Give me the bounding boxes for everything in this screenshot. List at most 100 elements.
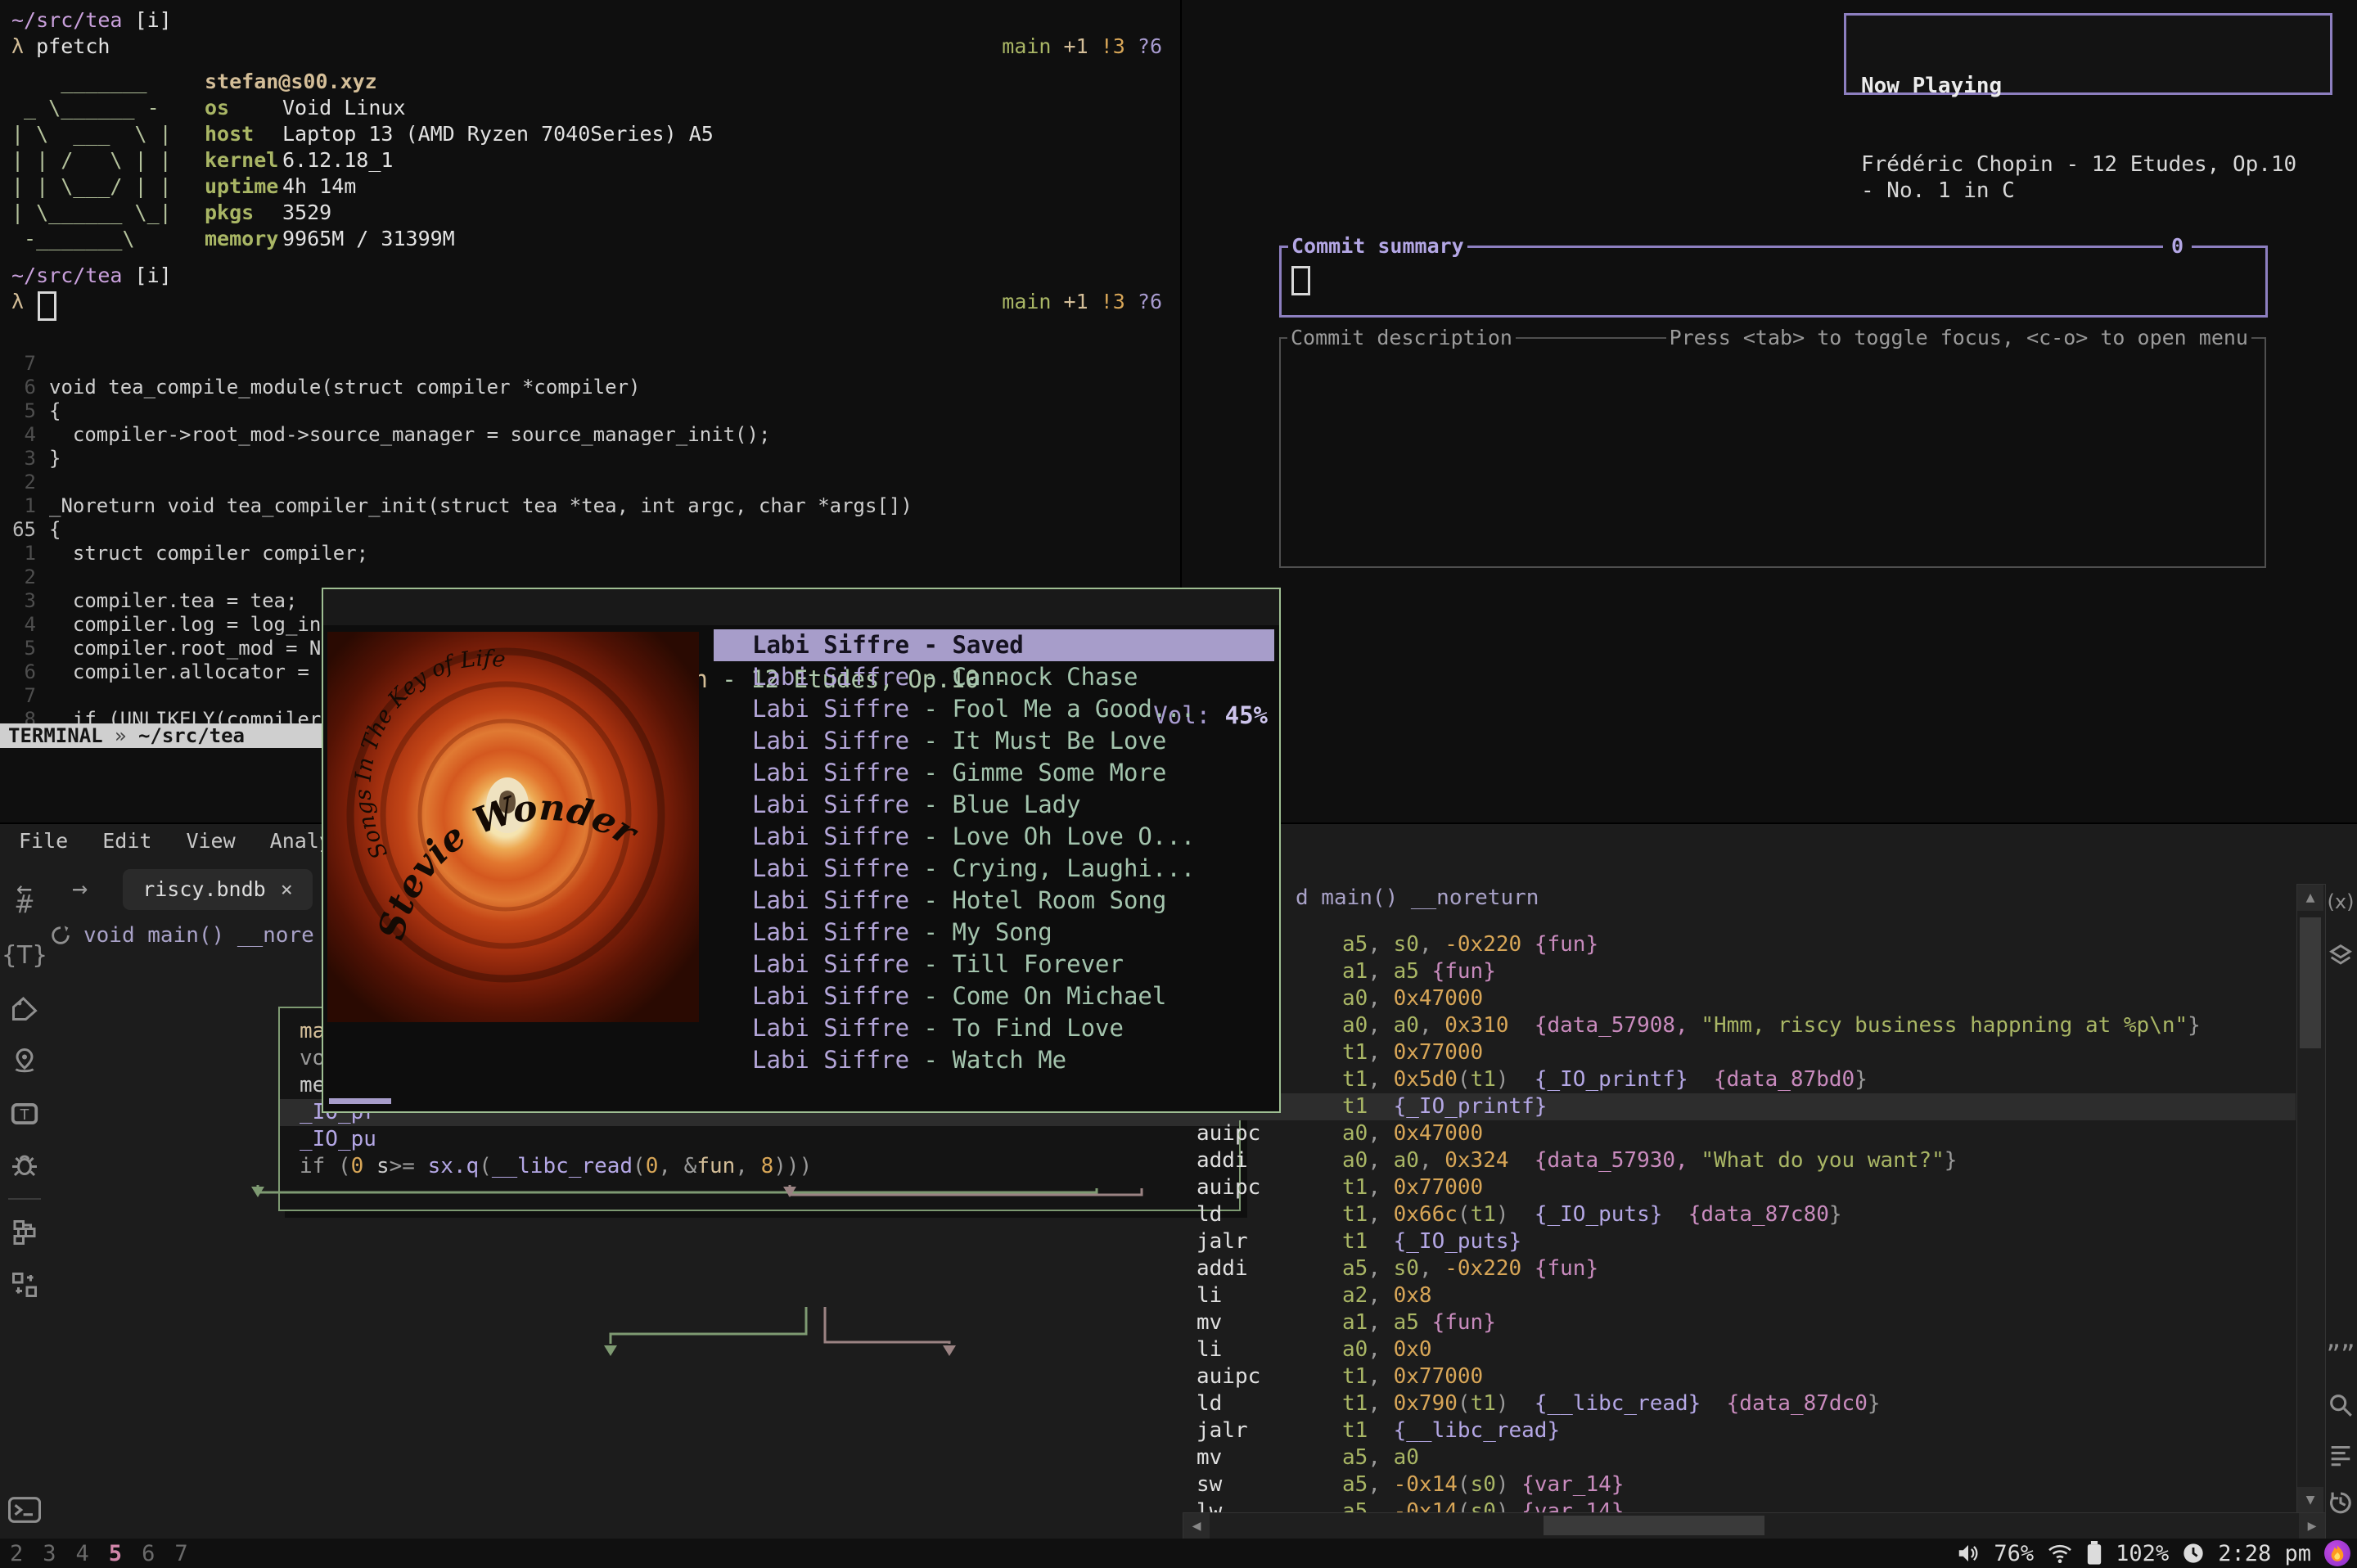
hierarchy-icon[interactable] — [0, 1218, 49, 1250]
hscroll-thumb[interactable] — [1544, 1516, 1764, 1535]
disassembly-row[interactable]: mva1, a5 {fun} — [1183, 1309, 2296, 1336]
disassembly-row[interactable]: lia0, 0x0 — [1183, 1336, 2296, 1363]
menu-item-file[interactable]: File — [19, 829, 68, 865]
function-signature-bar[interactable]: void main() __nore — [49, 921, 314, 949]
linear-disassembly-pane[interactable]: d main() __noreturn a5, s0, -0x220 {fun}… — [1183, 884, 2296, 1539]
history-icon[interactable] — [2324, 1488, 2357, 1519]
track-row[interactable]: Labi Siffre - Crying, Laughi... — [701, 853, 1274, 885]
disassembly-row[interactable]: addia5, s0, -0x220 {fun} — [1183, 1255, 2296, 1282]
binaryninja-menubar[interactable]: FileEditViewAnalysis — [0, 829, 368, 865]
workspace-7[interactable]: 7 — [174, 1541, 187, 1566]
track-list[interactable]: Labi Siffre - SavedLabi Siffre - Cannock… — [701, 629, 1274, 1076]
disassembly-row[interactable]: auipct1, 0x77000 — [1183, 1174, 2296, 1201]
player-progress-indicator — [329, 1098, 391, 1104]
cross-references-icon[interactable] — [0, 1270, 49, 1303]
symbols-icon[interactable]: # — [0, 890, 49, 919]
workspace-2[interactable]: 2 — [10, 1541, 23, 1566]
disassembly-row[interactable]: lia2, 0x8 — [1183, 1282, 2296, 1309]
disassembly-row[interactable]: swa5, -0x14(s0) {var_14} — [1183, 1471, 2296, 1498]
track-row[interactable]: Labi Siffre - Till Forever — [701, 948, 1274, 980]
disassembly-operands: a1, a5 {fun} — [1342, 958, 1496, 985]
disassembly-row[interactable]: a0, a0, 0x310 {data_57908, "Hmm, riscy b… — [1183, 1012, 2296, 1039]
disassembly-operands: a5, s0, -0x220 {fun} — [1342, 1255, 1598, 1282]
stack-layers-icon[interactable] — [2324, 941, 2357, 972]
commit-summary-cursor — [1291, 266, 1310, 295]
strings-icon[interactable]: T — [0, 1098, 49, 1133]
tag-icon[interactable] — [0, 994, 49, 1026]
disassembly-row[interactable]: a1, a5 {fun} — [1183, 958, 2296, 985]
disassembly-row[interactable]: ldt1, 0x66c(t1) {_IO_puts} {data_87c80} — [1183, 1201, 2296, 1228]
console-icon[interactable] — [0, 1496, 49, 1527]
graph-node-line: if (0 s>= sx.q(__libc_read(0, &fun, 8))) — [280, 1153, 1239, 1180]
tab-riscy-bndb[interactable]: riscy.bndb× — [123, 869, 313, 910]
disassembly-row[interactable]: jalrt1 {_IO_puts} — [1183, 1228, 2296, 1255]
menu-item-edit[interactable]: Edit — [102, 829, 151, 865]
prompt-line-1: ~/src/tea [i] — [11, 8, 172, 32]
disassembly-row[interactable]: t1, 0x77000 — [1183, 1039, 2296, 1066]
memory-map-icon[interactable] — [0, 1046, 49, 1079]
desktop: ~/src/tea [i] λ pfetch main +1 !3 ?6 ___… — [0, 0, 2357, 1568]
track-row[interactable]: Labi Siffre - To Find Love — [701, 1012, 1274, 1044]
scroll-left-icon[interactable]: ◀ — [1183, 1513, 1210, 1539]
commit-summary-popup[interactable]: Commit summary 0 — [1279, 246, 2268, 318]
scroll-right-icon[interactable]: ▶ — [2299, 1513, 2325, 1539]
disassembly-operands: t1 {__libc_read} — [1342, 1417, 1560, 1444]
scroll-up-icon[interactable]: ▲ — [2297, 885, 2323, 911]
track-row[interactable]: Labi Siffre - It Must Be Love — [701, 725, 1274, 757]
music-player-window[interactable]: [Playing] opin - 12 Etudes, Op.10 - Vol:… — [322, 588, 1281, 1113]
svg-text:T: T — [20, 1107, 29, 1124]
track-row[interactable]: Labi Siffre - Love Oh Love O... — [701, 821, 1274, 853]
disassembly-row[interactable]: jalrt1 {__libc_read} — [1183, 1417, 2296, 1444]
vscroll-thumb[interactable] — [2300, 917, 2321, 1048]
nav-forward-button[interactable]: → — [72, 872, 88, 903]
workspace-5[interactable]: 5 — [109, 1541, 122, 1566]
search-icon[interactable] — [2324, 1391, 2357, 1422]
track-row[interactable]: Labi Siffre - Gimme Some More — [701, 757, 1274, 789]
track-row[interactable]: Labi Siffre - Come On Michael — [701, 980, 1274, 1012]
track-row[interactable]: Labi Siffre - Watch Me — [701, 1044, 1274, 1076]
tab-close-icon[interactable]: × — [281, 877, 293, 901]
disassembly-operands: a0, a0, 0x310 {data_57908, "Hmm, riscy b… — [1342, 1012, 2201, 1039]
volume-icon[interactable] — [1956, 1543, 1981, 1564]
disassembly-operands: t1, 0x77000 — [1342, 1363, 1483, 1390]
track-row[interactable]: Labi Siffre - Fool Me a Good... — [701, 693, 1274, 725]
track-row[interactable]: Labi Siffre - Blue Lady — [701, 789, 1274, 821]
list-icon[interactable] — [2324, 1440, 2357, 1471]
workspace-6[interactable]: 6 — [142, 1541, 155, 1566]
workspace-3[interactable]: 3 — [43, 1541, 56, 1566]
horizontal-scrollbar[interactable]: ◀ ▶ — [1183, 1512, 2326, 1540]
workspace-4[interactable]: 4 — [76, 1541, 89, 1566]
vertical-scrollbar[interactable]: ▲ ▼ — [2296, 884, 2326, 1514]
code-line: 1 struct compiler compiler; — [0, 542, 1180, 565]
disassembly-row[interactable]: a5, s0, -0x220 {fun} — [1183, 931, 2296, 958]
types-icon[interactable]: {T} — [0, 941, 49, 970]
prompt-command: λ pfetch — [11, 34, 110, 58]
disassembly-row[interactable]: auipct1, 0x77000 — [1183, 1363, 2296, 1390]
disassembly-row[interactable]: ldt1, 0x790(t1) {__libc_read} {data_87dc… — [1183, 1390, 2296, 1417]
disassembly-row[interactable]: mva5, a0 — [1183, 1444, 2296, 1471]
commit-description-popup[interactable]: Commit description Press <tab> to toggle… — [1279, 337, 2266, 568]
terminal-cursor — [38, 291, 56, 321]
comments-icon[interactable]: ”” — [2324, 1339, 2357, 1372]
wifi-icon[interactable] — [2047, 1543, 2073, 1564]
disassembly-row[interactable]: t1 {_IO_printf} — [1183, 1093, 2296, 1120]
track-row[interactable]: Labi Siffre - My Song — [701, 917, 1274, 948]
battery-level: 102% — [2116, 1541, 2169, 1566]
debugger-bug-icon[interactable] — [0, 1151, 49, 1183]
track-row[interactable]: Labi Siffre - Cannock Chase — [701, 661, 1274, 693]
track-row[interactable]: Labi Siffre - Saved — [714, 629, 1274, 661]
disassembly-row[interactable]: t1, 0x5d0(t1) {_IO_printf} {data_87bd0} — [1183, 1066, 2296, 1093]
track-row[interactable]: Labi Siffre - Hotel Room Song — [701, 885, 1274, 917]
workspace-switcher[interactable]: 234567 — [10, 1539, 188, 1568]
disassembly-row[interactable]: addia0, a0, 0x324 {data_57930, "What do … — [1183, 1147, 2296, 1174]
disassembly-row[interactable]: auipca0, 0x47000 — [1183, 1120, 2296, 1147]
scroll-down-icon[interactable]: ▼ — [2297, 1487, 2323, 1513]
disassembly-row[interactable]: a0, 0x47000 — [1183, 985, 2296, 1012]
prompt-cursor-line[interactable]: λ — [11, 290, 24, 313]
variables-icon[interactable]: (x) — [2324, 890, 2357, 913]
disassembly-operands: t1, 0x77000 — [1342, 1039, 1483, 1066]
now-playing-notification[interactable]: Now Playing Frédéric Chopin - 12 Etudes,… — [1844, 13, 2332, 95]
browser-tray-icon[interactable] — [2324, 1540, 2350, 1566]
code-line: 2 — [0, 565, 1180, 589]
menu-item-view[interactable]: View — [186, 829, 235, 865]
